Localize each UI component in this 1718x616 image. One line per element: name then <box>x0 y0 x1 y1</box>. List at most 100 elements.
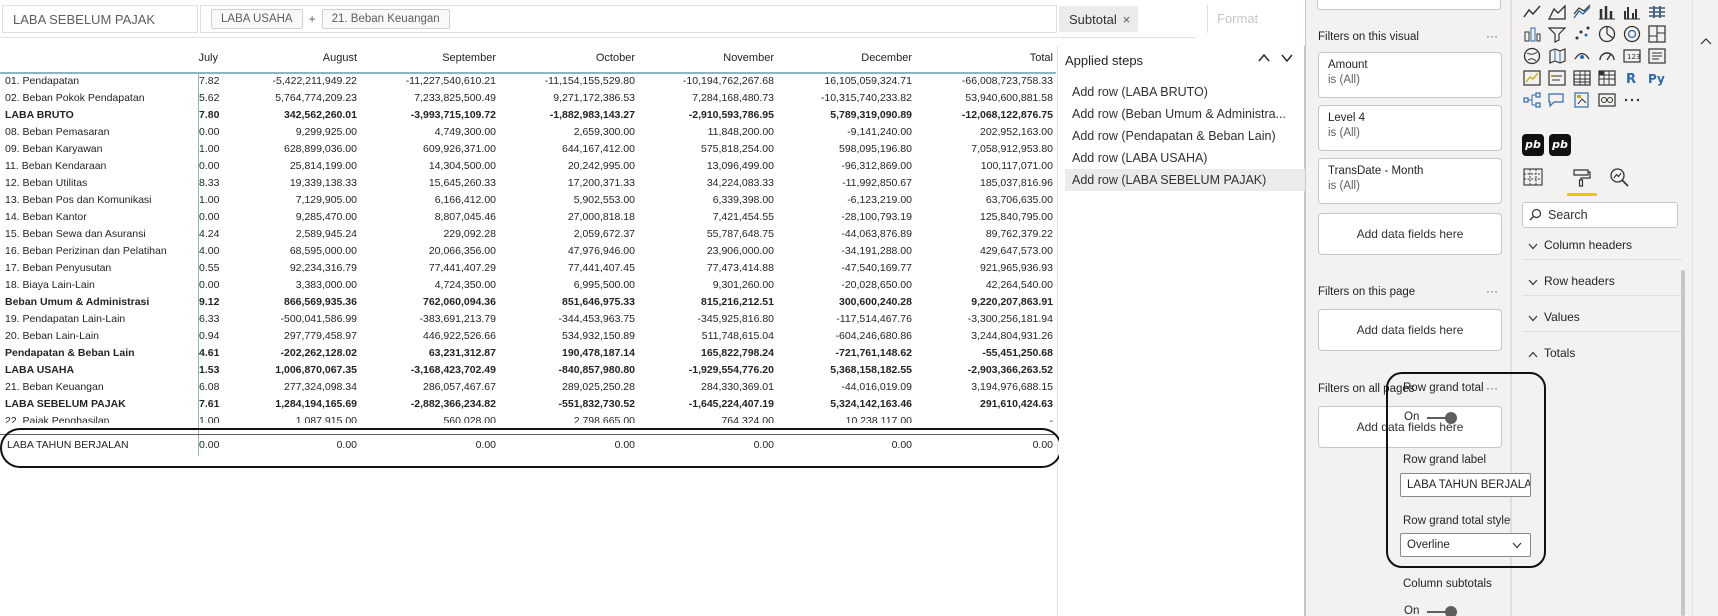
line-chart-icon[interactable] <box>1522 2 1542 22</box>
expression-chip[interactable]: 21. Beban Keuangan <box>321 9 450 29</box>
line-area-chart-icon[interactable] <box>1572 2 1592 22</box>
table-row[interactable]: 02. Beban Pokok Pendapatan 5.62 5,764,774,… <box>0 91 1056 108</box>
table-row[interactable]: 13. Beban Pos dan Komunikasi 1.00 7,129,90… <box>0 193 1056 210</box>
map-icon[interactable] <box>1522 46 1542 66</box>
table-cell: 762,060,094.36 <box>423 296 496 308</box>
table-row[interactable]: 20. Beban Lain-Lain 0.94 297,779,458.97 446… <box>0 329 1056 346</box>
ribbon-chart-icon[interactable] <box>1647 2 1667 22</box>
applied-step[interactable]: Add row (LABA BRUTO) <box>1065 81 1305 103</box>
applied-step[interactable]: Add row (Pendapatan & Beban Lain) <box>1065 125 1305 147</box>
paginated-visual-icon[interactable]: pb <box>1549 134 1571 156</box>
close-icon[interactable]: × <box>1123 12 1131 27</box>
kpi-icon[interactable] <box>1522 68 1542 88</box>
add-page-filter-drop[interactable]: Add data fields here <box>1318 309 1502 351</box>
donut-icon[interactable] <box>1622 24 1642 44</box>
filters-search-field[interactable] <box>1317 0 1501 10</box>
filter-card-level-4[interactable]: Level 4 is (All) <box>1318 105 1502 151</box>
applied-step[interactable]: Add row (Beban Umum & Administra... <box>1065 103 1305 125</box>
table-row[interactable]: 21. Beban Keuangan 6.08 277,324,098.34 286,… <box>0 380 1056 397</box>
area-chart-icon[interactable] <box>1547 2 1567 22</box>
column-header[interactable]: August <box>217 52 357 64</box>
table-row[interactable]: 09. Beban Karyawan 1.00 628,899,036.00 609,… <box>0 142 1056 159</box>
table-row[interactable]: 19. Pendapatan Lain-Lain 6.33 -500,041,586… <box>0 312 1056 329</box>
table-row[interactable]: 01. Pendapatan 7.82 -5,422,211,949.22 -11,2… <box>0 74 1056 91</box>
more-options-icon[interactable]: ··· <box>1486 29 1498 43</box>
format-visual-tab-icon[interactable] <box>1570 166 1594 190</box>
chevron-up-icon[interactable] <box>1258 51 1270 67</box>
row-headers-section[interactable]: Row headers <box>1522 266 1682 296</box>
calc-expression-field[interactable]: LABA USAHA + 21. Beban Keuangan <box>200 5 1057 33</box>
table-row[interactable]: 11. Beban Kendaraan 0.00 25,814,199.00 14,3… <box>0 159 1056 176</box>
values-section[interactable]: Values <box>1522 302 1682 332</box>
table-row[interactable]: LABA USAHA 1.53 1,006,870,067.35 -3,168,423… <box>0 363 1056 380</box>
row-grand-style-dropdown[interactable]: Overline <box>1400 533 1531 557</box>
table-row[interactable]: 17. Beban Penyusutan 0.55 92,234,316.79 77,… <box>0 261 1056 278</box>
column-header[interactable]: November <box>634 52 774 64</box>
more-options-icon[interactable]: ··· <box>1486 381 1498 395</box>
row-grand-label-input[interactable]: LABA TAHUN BERJALAN <box>1400 473 1531 497</box>
grand-total-row[interactable]: LABA TAHUN BERJALAN 0.00 0.00 0.00 0.00 0.00… <box>0 434 1056 456</box>
table-row[interactable]: 14. Beban Kantor 0.00 9,285,470.00 8,807,04… <box>0 210 1056 227</box>
table-row[interactable]: 15. Beban Sewa dan Asuransi 4.24 2,589,945… <box>0 227 1056 244</box>
card-icon[interactable]: 123 <box>1622 46 1642 66</box>
slicer-icon[interactable] <box>1547 68 1567 88</box>
table-row[interactable]: 18. Biaya Lain-Lain 0.00 3,383,000.00 4,724… <box>0 278 1056 295</box>
calc-name-field[interactable]: LABA SEBELUM PAJAK <box>2 5 198 33</box>
build-visual-tab-icon[interactable] <box>1522 166 1546 190</box>
pie-chart-icon[interactable] <box>1597 24 1617 44</box>
table-cell: 0.94 <box>199 330 219 342</box>
row-grand-total-toggle[interactable] <box>1427 412 1457 424</box>
paginated-report-icon[interactable] <box>1572 90 1592 110</box>
table-row[interactable]: 22. Pajak Penghasilan 1.00 1,087,915.00 560… <box>0 414 1056 423</box>
treemap-icon[interactable] <box>1647 24 1667 44</box>
column-header[interactable]: October <box>495 52 635 64</box>
column-header[interactable]: September <box>356 52 496 64</box>
table-cell: 16,105,059,324.71 <box>824 75 912 87</box>
more-visuals-icon[interactable] <box>1622 90 1642 110</box>
chevron-up-icon[interactable] <box>1700 30 1712 49</box>
stacked-column-icon[interactable] <box>1597 2 1617 22</box>
subtotal-function-chip[interactable]: Subtotal × <box>1059 6 1139 32</box>
column-chart-icon[interactable] <box>1522 24 1542 44</box>
more-options-icon[interactable]: ··· <box>1486 284 1498 298</box>
matrix-icon[interactable] <box>1597 68 1617 88</box>
column-header[interactable]: July <box>78 52 218 64</box>
scatter-icon[interactable] <box>1572 24 1592 44</box>
expression-chip[interactable]: LABA USAHA <box>211 9 303 29</box>
azure-map-icon[interactable] <box>1572 46 1592 66</box>
table-icon[interactable] <box>1572 68 1592 88</box>
chevron-down-icon[interactable] <box>1281 51 1293 67</box>
filled-map-icon[interactable] <box>1547 46 1567 66</box>
qa-icon[interactable] <box>1547 90 1567 110</box>
column-headers-section[interactable]: Column headers <box>1522 230 1682 260</box>
paginated-visual-icon[interactable]: pb <box>1522 134 1544 156</box>
table-row[interactable]: LABA SEBELUM PAJAK 7.61 1,284,194,165.69 -2… <box>0 397 1056 414</box>
applied-step[interactable]: Add row (LABA USAHA) <box>1065 147 1305 169</box>
applied-step-active[interactable]: Add row (LABA SEBELUM PAJAK) <box>1065 169 1305 191</box>
analytics-tab-icon[interactable] <box>1608 166 1632 190</box>
column-header[interactable]: Total <box>913 52 1053 64</box>
multi-row-card-icon[interactable] <box>1647 46 1667 66</box>
table-row[interactable]: Beban Umum & Administrasi 9.12 866,569,935… <box>0 295 1056 312</box>
format-pane-scrollbar[interactable] <box>1681 270 1685 616</box>
decomposition-tree-icon[interactable] <box>1522 90 1542 110</box>
r-visual-icon[interactable]: R <box>1622 68 1642 88</box>
table-row[interactable]: Pendapatan & Beban Lain 4.61 -202,262,128.… <box>0 346 1056 363</box>
gauge-icon[interactable] <box>1597 46 1617 66</box>
format-button[interactable]: Format <box>1207 5 1289 33</box>
table-row[interactable]: 08. Beban Pemasaran 0.00 9,299,925.00 4,749… <box>0 125 1056 142</box>
filter-card-transdate-month[interactable]: TransDate - Month is (All) <box>1318 158 1502 204</box>
smart-narrative-icon[interactable] <box>1597 90 1617 110</box>
totals-section[interactable]: Totals <box>1522 338 1682 368</box>
clustered-column-icon[interactable] <box>1622 2 1642 22</box>
filter-card-amount[interactable]: Amount is (All) <box>1318 52 1502 98</box>
table-row[interactable]: LABA BRUTO 7.80 342,562,260.01 -3,993,715,1… <box>0 108 1056 125</box>
funnel-icon[interactable] <box>1547 24 1567 44</box>
table-row[interactable]: 12. Beban Utilitas 8.33 19,339,138.33 15,64… <box>0 176 1056 193</box>
column-subtotals-toggle[interactable] <box>1427 606 1457 616</box>
column-header[interactable]: December <box>772 52 912 64</box>
table-row[interactable]: 16. Beban Perizinan dan Pelatihan 4.00 68,… <box>0 244 1056 261</box>
format-search-input[interactable]: Search <box>1522 202 1678 228</box>
add-visual-filter-drop[interactable]: Add data fields here <box>1318 213 1502 255</box>
python-visual-icon[interactable]: Py <box>1647 68 1667 88</box>
